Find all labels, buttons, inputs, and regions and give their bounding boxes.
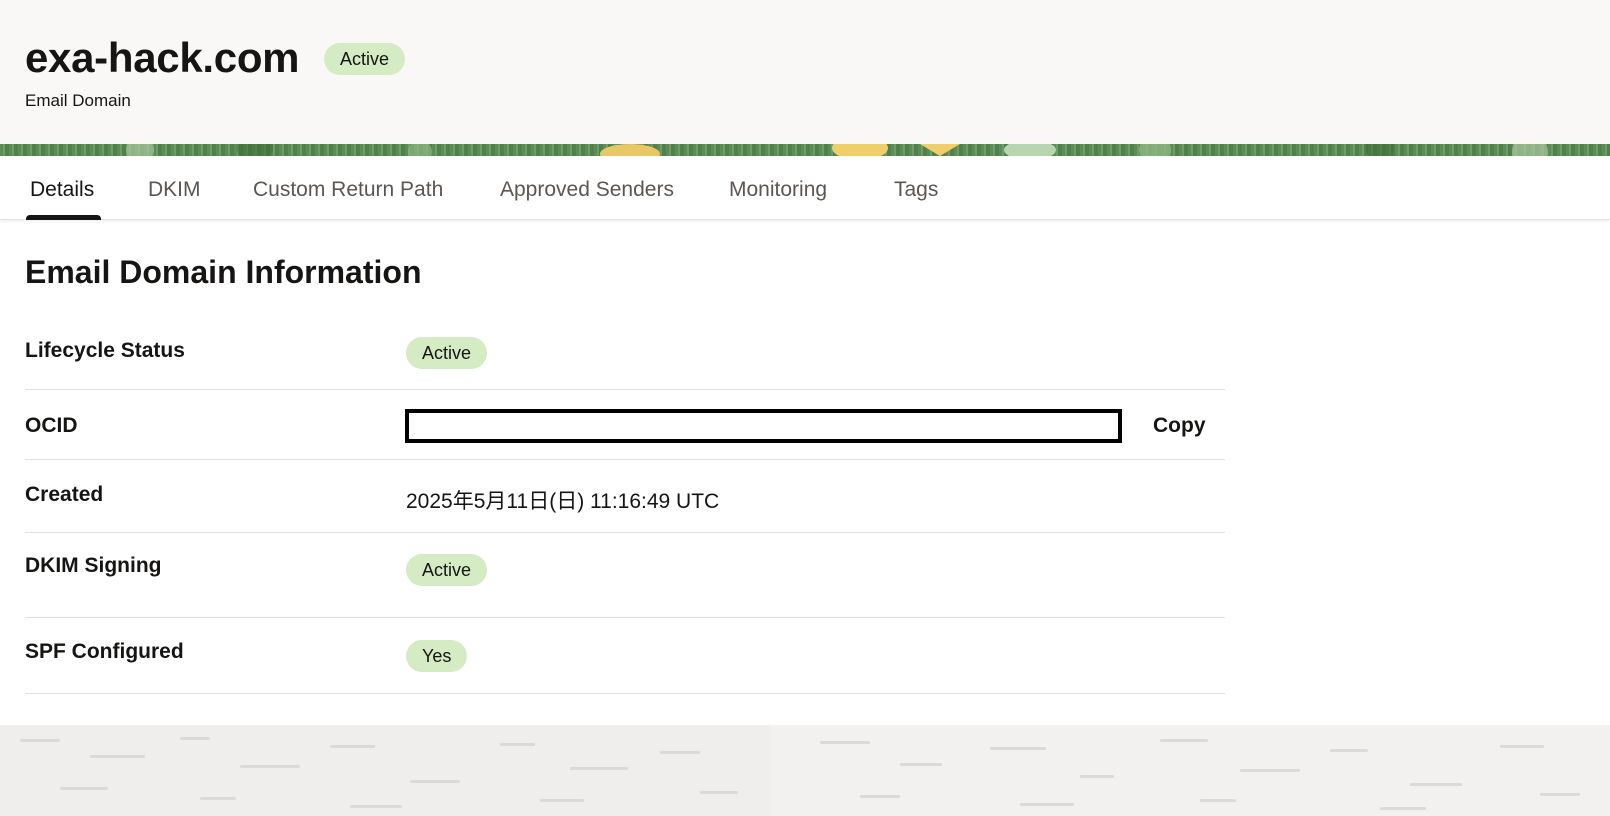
dkim-signing-badge: Active	[406, 554, 488, 586]
lifecycle-status-badge: Active	[406, 337, 488, 369]
info-row-created: Created 2025年5月11日(日) 11:16:49 UTC	[25, 460, 1225, 533]
section-title: Email Domain Information	[25, 254, 422, 290]
page-title: exa-hack.com	[25, 34, 300, 81]
lifecycle-status-label: Lifecycle Status	[25, 339, 185, 362]
created-value: 2025年5月11日(日) 11:16:49 UTC	[406, 490, 720, 513]
tab-tags[interactable]: Tags	[894, 156, 938, 220]
tab-bar: Details DKIM Custom Return Path Approved…	[0, 156, 1610, 220]
spf-configured-label: SPF Configured	[25, 640, 184, 663]
tab-monitoring[interactable]: Monitoring	[729, 156, 827, 220]
tab-details[interactable]: Details	[30, 156, 94, 220]
info-row-dkim-signing: DKIM Signing Active	[25, 533, 1225, 618]
info-row-ocid: OCID Copy	[25, 390, 1225, 460]
status-badge: Active	[324, 43, 406, 75]
page-subtitle: Email Domain	[25, 91, 131, 110]
copy-ocid-button[interactable]: Copy	[1153, 414, 1206, 438]
page-header: exa-hack.com Active Email Domain	[0, 0, 1610, 144]
decorative-banner	[0, 144, 1610, 156]
footer-pattern-icon	[0, 725, 1610, 816]
active-tab-indicator	[26, 215, 101, 220]
tab-custom-return-path[interactable]: Custom Return Path	[253, 156, 443, 220]
decorative-footer	[0, 725, 1610, 816]
spf-configured-badge: Yes	[406, 640, 468, 672]
ocid-label: OCID	[25, 414, 78, 437]
created-label: Created	[25, 483, 104, 506]
banner-pattern-icon	[0, 144, 1610, 156]
dkim-signing-label: DKIM Signing	[25, 554, 162, 577]
info-row-lifecycle-status: Lifecycle Status Active	[25, 320, 1225, 390]
tab-approved-senders[interactable]: Approved Senders	[500, 156, 674, 220]
info-row-spf-configured: SPF Configured Yes	[25, 618, 1225, 694]
ocid-value	[405, 409, 1122, 443]
tab-dkim[interactable]: DKIM	[148, 156, 201, 220]
